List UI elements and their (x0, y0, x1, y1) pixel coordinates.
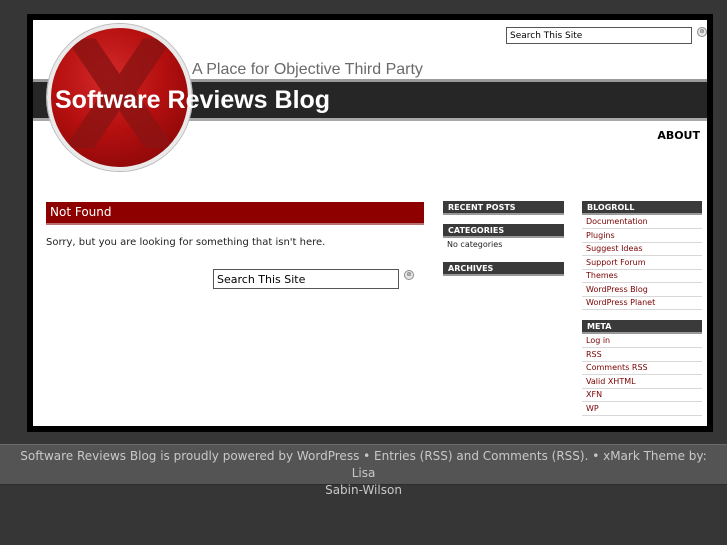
site-title[interactable]: Software Reviews Blog (55, 86, 330, 115)
not-found-heading: Not Found (46, 202, 424, 225)
site-footer: Software Reviews Blog is proudly powered… (0, 444, 727, 497)
footer-credits-line1[interactable]: Software Reviews Blog is proudly powered… (20, 449, 706, 480)
main-search-button[interactable]: ⊜ (404, 270, 414, 280)
meta-link-rss[interactable]: RSS (582, 349, 702, 362)
categories-empty-text: No categories (447, 240, 503, 249)
meta-link-comments-rss[interactable]: Comments RSS (582, 362, 702, 375)
page-container: X A Place for Objective Third Party Soft… (33, 20, 707, 426)
blogroll-link-documentation[interactable]: Documentation (582, 216, 702, 229)
meta-link-log-in[interactable]: Log in (582, 335, 702, 348)
blogroll-link-wordpress-planet[interactable]: WordPress Planet (582, 297, 702, 310)
widget-blogroll-title: BLOGROLL (582, 201, 702, 215)
blogroll-link-wordpress-blog[interactable]: WordPress Blog (582, 284, 702, 297)
not-found-message: Sorry, but you are looking for something… (46, 237, 326, 248)
blogroll-link-plugins[interactable]: Plugins (582, 230, 702, 243)
blogroll-link-support-forum[interactable]: Support Forum (582, 257, 702, 270)
main-search-input[interactable] (213, 269, 399, 289)
header-search-input[interactable] (506, 27, 692, 44)
blogroll-link-themes[interactable]: Themes (582, 270, 702, 283)
widget-categories-title: CATEGORIES (443, 224, 564, 238)
widget-archives-title: ARCHIVES (443, 262, 564, 276)
widget-recent-posts-title: RECENT POSTS (443, 201, 564, 215)
blogroll-link-suggest-ideas[interactable]: Suggest Ideas (582, 243, 702, 256)
widget-meta-title: META (582, 320, 702, 334)
header-search-button[interactable]: ⊜ (697, 27, 707, 37)
meta-link-xfn[interactable]: XFN (582, 389, 702, 402)
site-tagline: A Place for Objective Third Party (192, 61, 423, 78)
meta-link-valid-xhtml[interactable]: Valid XHTML (582, 376, 702, 389)
footer-credits-line2[interactable]: Sabin-Wilson (325, 483, 402, 497)
nav-about-link[interactable]: ABOUT (657, 129, 700, 142)
meta-link-wp[interactable]: WP (582, 403, 702, 416)
